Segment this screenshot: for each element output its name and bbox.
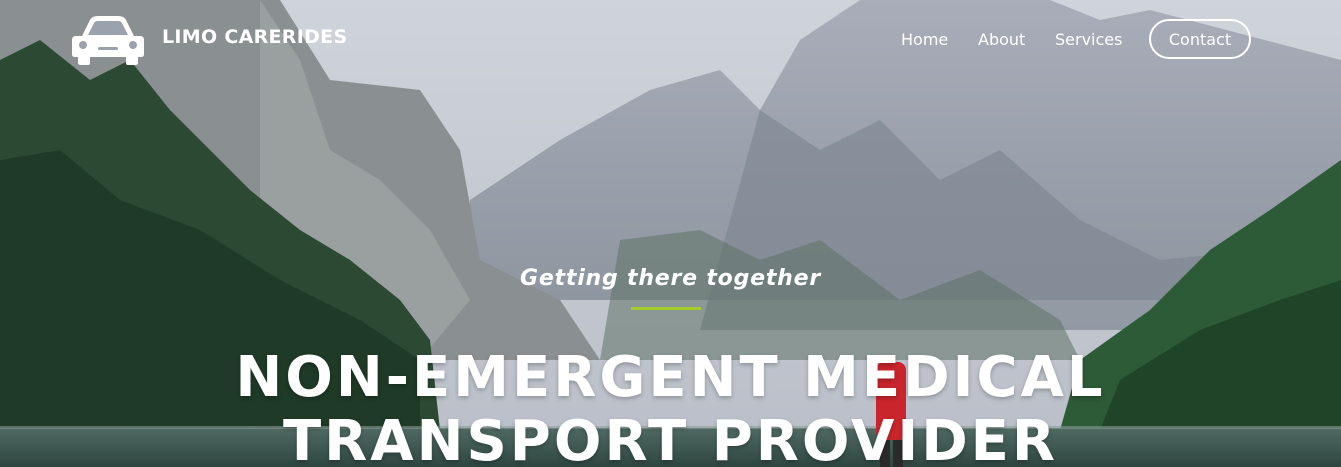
hero-section: LIMO CARERIDES Home About Services Conta… [0,0,1341,467]
nav-item-home[interactable]: Home [901,30,948,49]
hero-tagline: Getting there together [519,266,821,291]
contact-button[interactable]: Contact [1149,19,1251,59]
car-icon [72,16,144,65]
brand-name[interactable]: LIMO CARERIDES [162,26,347,48]
nav-item-about[interactable]: About [978,30,1025,49]
nav-item-services[interactable]: Services [1055,30,1122,49]
navbar: LIMO CARERIDES Home About Services Conta… [0,0,1341,80]
tagline-divider [631,307,701,310]
hero-headline-line2: TRANSPORT PROVIDER [282,409,1059,467]
hero-headline-line1: NON-EMERGENT MEDICAL [235,345,1106,410]
hero-headline: NON-EMERGENT MEDICAL TRANSPORT PROVIDER [0,346,1341,467]
brand-logo[interactable] [68,14,148,66]
